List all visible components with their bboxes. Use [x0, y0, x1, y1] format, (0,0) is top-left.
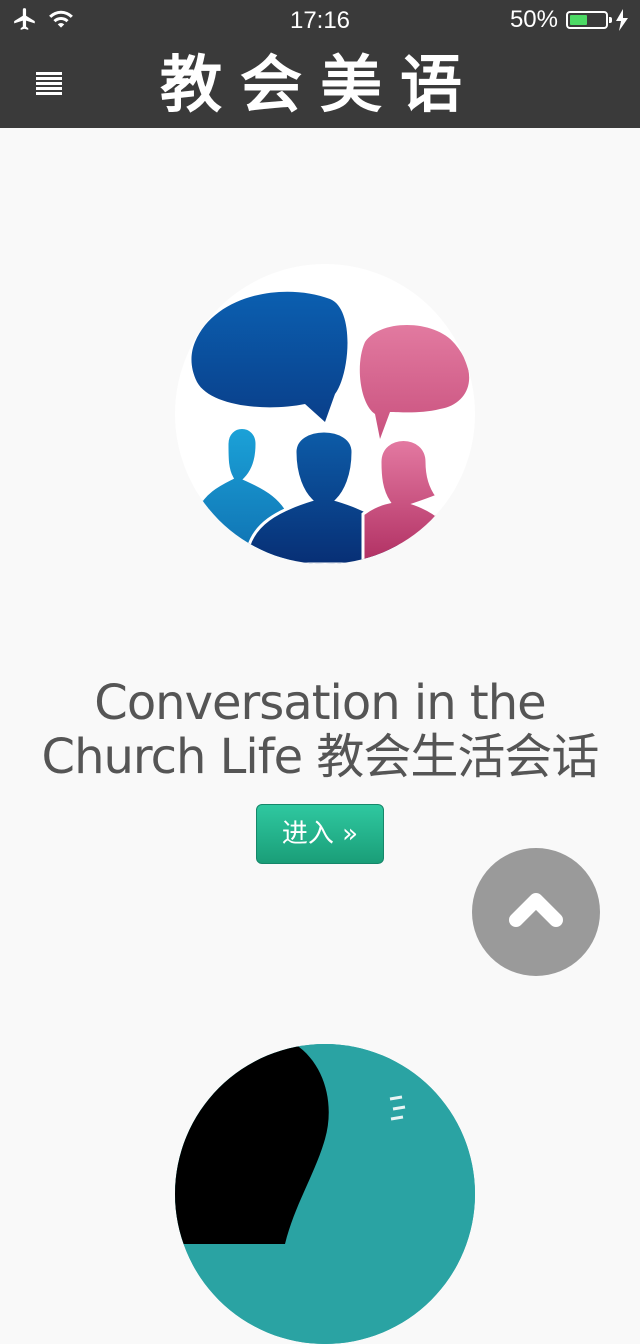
chevron-up-icon: [509, 893, 563, 927]
header: 教会美语: [0, 40, 640, 128]
battery-fill: [570, 15, 587, 25]
enter-button[interactable]: 进入 »: [256, 804, 384, 864]
card-title: Conversation in the Church Life 教会生活会话: [41, 675, 600, 785]
conversation-card-image[interactable]: [175, 264, 475, 564]
battery-nub: [609, 17, 612, 23]
charging-icon: [616, 9, 628, 31]
back-to-top-button[interactable]: [472, 848, 600, 976]
status-right: 50%: [510, 6, 628, 34]
battery-percent: 50%: [509, 6, 558, 33]
people-speech-bubbles-icon: [191, 291, 470, 564]
battery-icon: [566, 11, 612, 29]
status-bar: 17:16 50%: [0, 0, 640, 40]
second-card-image[interactable]: [175, 1044, 475, 1344]
second-card-artwork: [175, 1044, 475, 1344]
site-title[interactable]: 教会美语: [0, 50, 640, 120]
